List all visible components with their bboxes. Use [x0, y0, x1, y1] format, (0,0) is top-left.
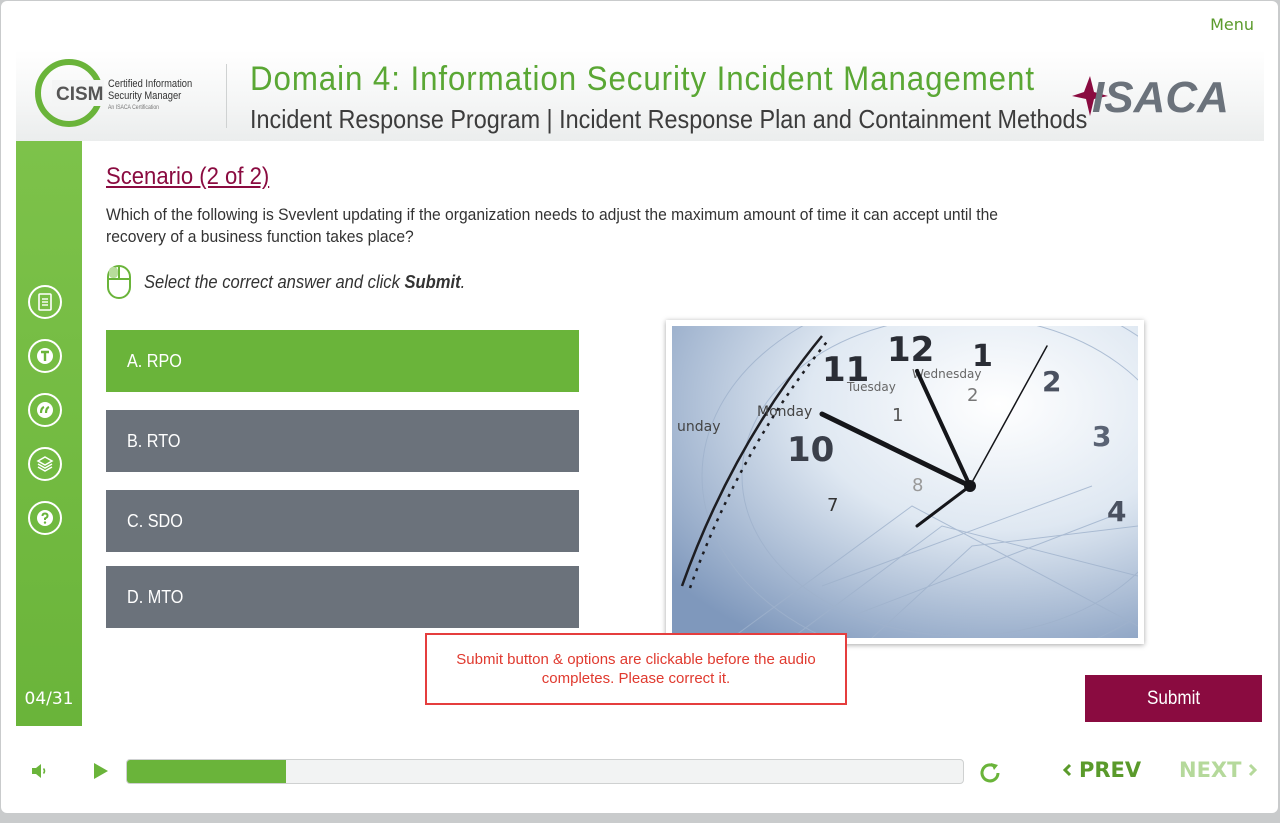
instruction-text: Select the correct answer and click Subm… [144, 272, 465, 293]
replay-icon[interactable] [977, 760, 1003, 786]
question-text: Which of the following is Svevlent updat… [106, 205, 998, 246]
cism-line-1: Certified Information [108, 78, 193, 90]
menu-button[interactable]: Menu [1210, 15, 1254, 34]
course-frame: Menu CISM Certified Information Security… [1, 1, 1278, 813]
submit-label: Submit [1146, 687, 1201, 709]
option-c[interactable]: C. SDO [106, 490, 579, 552]
svg-text:7: 7 [827, 495, 838, 516]
mouse-icon [107, 265, 131, 299]
cism-caption: Certified Information Security Manager A… [108, 78, 192, 114]
svg-text:Tuesday: Tuesday [846, 380, 896, 394]
domain-title: Domain 4: Information Security Incident … [250, 60, 1035, 98]
instruction-submit-word: Submit [404, 272, 461, 292]
clock-image: 11 12 1 2 3 4 10 1 2 8 7 Monday unday Tu… [672, 326, 1138, 638]
volume-icon[interactable] [30, 761, 50, 781]
review-comment: Submit button & options are clickable be… [425, 633, 847, 705]
sidebar: 04/31 [16, 141, 82, 726]
svg-text:2: 2 [967, 385, 978, 406]
chevron-right-icon [1249, 763, 1258, 777]
player-controls: PREV NEXT [1, 746, 1280, 796]
prev-button[interactable]: PREV [1061, 758, 1141, 782]
option-a[interactable]: A. RPO [106, 330, 579, 392]
option-b[interactable]: B. RTO [106, 410, 579, 472]
isaca-logo: ISACA [1072, 73, 1226, 120]
svg-text:12: 12 [887, 330, 934, 370]
cism-logo-text: CISM [56, 84, 104, 105]
svg-text:2: 2 [1042, 365, 1061, 398]
progress-fill [127, 760, 286, 783]
cism-line-2: Security Manager [108, 90, 182, 102]
scenario-heading: Scenario (2 of 2) [106, 163, 270, 190]
transcript-icon[interactable] [28, 339, 62, 373]
option-label: C. SDO [127, 510, 183, 531]
layers-icon[interactable] [28, 447, 62, 481]
submit-button[interactable]: Submit [1085, 675, 1262, 722]
svg-text:Monday: Monday [757, 404, 812, 420]
page-counter: 04/31 [24, 689, 74, 709]
help-icon[interactable] [28, 501, 62, 535]
play-icon[interactable] [91, 761, 111, 781]
instruction-suffix: . [460, 272, 466, 292]
svg-text:3: 3 [1092, 420, 1111, 453]
option-label: A. RPO [127, 350, 182, 371]
next-label: NEXT [1179, 758, 1242, 782]
svg-text:4: 4 [1107, 495, 1126, 528]
svg-text:10: 10 [787, 430, 834, 470]
notes-icon[interactable] [28, 285, 62, 319]
option-d[interactable]: D. MTO [106, 566, 579, 628]
instruction-prefix: Select the correct answer and click [144, 272, 405, 292]
quote-icon[interactable] [28, 393, 62, 427]
next-button[interactable]: NEXT [1179, 758, 1259, 782]
svg-text:unday: unday [677, 419, 721, 435]
svg-text:1: 1 [892, 405, 903, 426]
cism-logo: CISM [35, 59, 104, 127]
clock-calendar-image: 11 12 1 2 3 4 10 1 2 8 7 Monday unday Tu… [666, 320, 1144, 644]
option-label: B. RTO [127, 430, 181, 451]
header-divider [226, 64, 227, 128]
isaca-logo-text: ISACA [1092, 73, 1226, 120]
svg-text:8: 8 [912, 475, 923, 496]
course-header: CISM Certified Information Security Mana… [16, 50, 1264, 141]
cism-tagline: An ISACA Certification [108, 105, 160, 111]
audio-progress-bar[interactable] [126, 759, 964, 784]
chevron-left-icon [1062, 763, 1072, 777]
lesson-subtitle: Incident Response Program | Incident Res… [250, 104, 1088, 134]
prev-label: PREV [1079, 758, 1142, 782]
option-label: D. MTO [127, 586, 184, 607]
